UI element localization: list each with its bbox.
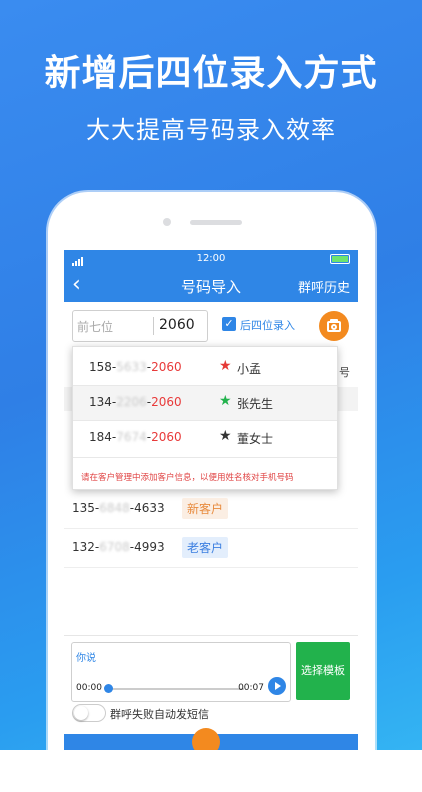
- customer-tag: 老客户: [182, 537, 229, 558]
- last-four-checkbox[interactable]: ✓: [222, 317, 236, 331]
- input-divider: [153, 317, 154, 335]
- list-item[interactable]: 132-6708-4993 老客户: [64, 529, 358, 568]
- phone-speaker: [190, 220, 242, 225]
- last-four-label: 后四位录入: [240, 319, 295, 332]
- star-icon: ★: [219, 393, 232, 409]
- customer-tag: 新客户: [182, 498, 229, 519]
- camera-lens-icon: [331, 324, 337, 330]
- contact-name: 小孟: [237, 362, 262, 376]
- suggestion-item[interactable]: 158-5633-2060 ★ 小孟: [73, 351, 337, 385]
- number-list: 135-6848-4633 新客户 132-6708-4993 老客户: [64, 490, 358, 568]
- progress-track[interactable]: [106, 688, 244, 690]
- microphone-button[interactable]: [192, 728, 220, 750]
- suggestion-item[interactable]: 134-2206-2060 ★ 张先生: [73, 386, 337, 420]
- input-row: 前七位 2060 ✓ 后四位录入: [64, 302, 358, 352]
- toggle-knob: [74, 706, 88, 720]
- column-header-number: 号: [339, 366, 350, 379]
- suggestion-item[interactable]: 184-7674-2060 ★ 董女士: [73, 421, 337, 455]
- battery-icon: [330, 254, 350, 264]
- contact-name: 张先生: [237, 397, 274, 411]
- progress-handle[interactable]: [104, 684, 113, 693]
- play-icon[interactable]: [268, 677, 286, 695]
- time-end: 00:07: [238, 683, 264, 693]
- history-button[interactable]: 群呼历史: [298, 277, 350, 296]
- star-icon: ★: [219, 428, 232, 444]
- headline: 新增后四位录入方式: [44, 53, 378, 94]
- prefix-field[interactable]: 前七位: [77, 318, 113, 335]
- dropdown-hint: 请在客户管理中添加客户信息，以便用姓名核对手机号码: [81, 473, 294, 483]
- status-time: 12:00: [196, 253, 226, 264]
- contact-name: 董女士: [237, 432, 274, 446]
- select-template-button[interactable]: 选择模板: [296, 642, 350, 700]
- nav-bar: ‹ 号码导入 群呼历史: [64, 268, 358, 302]
- sms-toggle[interactable]: [72, 704, 106, 722]
- suggestion-dropdown: 158-5633-2060 ★ 小孟 134-2206-2060 ★ 张先生 1…: [72, 346, 338, 490]
- camera-button[interactable]: [319, 311, 349, 341]
- status-bar: 12:00: [64, 250, 358, 268]
- divider: [73, 457, 337, 458]
- list-item[interactable]: 135-6848-4633 新客户: [64, 490, 358, 529]
- number-input[interactable]: 前七位 2060: [72, 310, 208, 342]
- suffix-field[interactable]: 2060: [159, 317, 195, 333]
- time-start: 00:00: [76, 683, 102, 693]
- voice-label: 你说: [76, 653, 96, 664]
- star-icon: ★: [219, 358, 232, 374]
- sms-toggle-label: 群呼失败自动发短信: [110, 708, 209, 721]
- subheadline: 大大提高号码录入效率: [86, 116, 336, 144]
- voice-message[interactable]: 你说 00:00 00:07: [71, 642, 291, 702]
- compose-panel: 你说 00:00 00:07 选择模板 群呼失败自动发短信: [64, 635, 358, 750]
- phone-camera: [163, 218, 171, 226]
- app-screen: 12:00 ‹ 号码导入 群呼历史 前七位 2060 ✓ 后四位录入 号 158…: [64, 250, 358, 750]
